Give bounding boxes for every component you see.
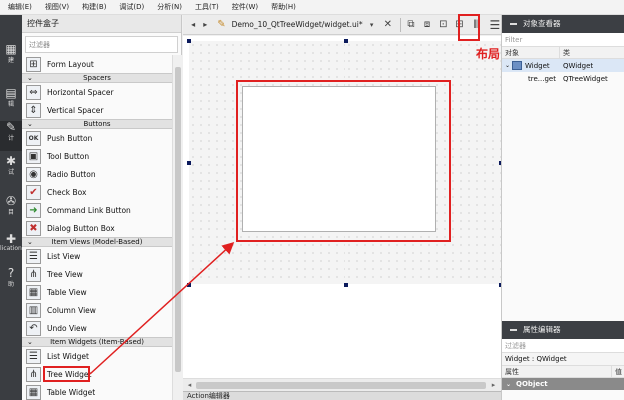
annotation-arrow [89,241,235,375]
